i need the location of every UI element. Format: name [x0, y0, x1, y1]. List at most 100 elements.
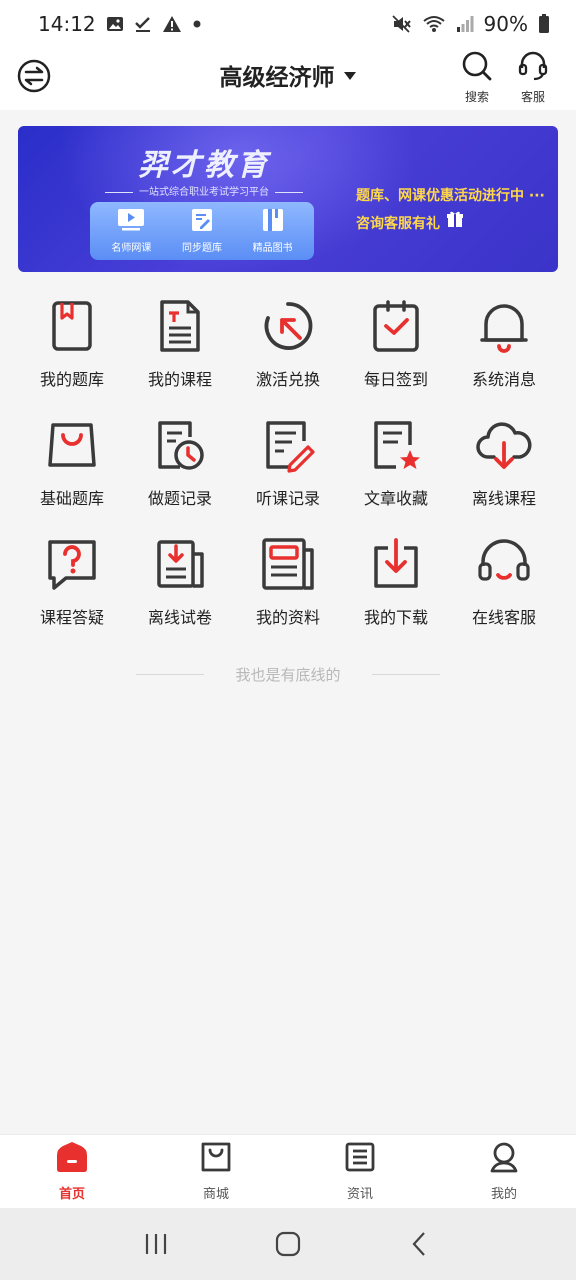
- bell-icon: [480, 304, 528, 353]
- grid-label: 我的资料: [255, 608, 320, 627]
- search-icon: [461, 50, 493, 86]
- question-bubble-icon: [48, 540, 96, 590]
- dot-icon: [192, 19, 202, 29]
- grid-item-activate-redeem[interactable]: 激活兑换: [234, 296, 342, 415]
- grid-item-my-courses[interactable]: 我的课程: [126, 296, 234, 415]
- panel-label-video: 名师网课: [111, 243, 152, 254]
- panel-label-edit: 同步题库: [181, 243, 222, 254]
- recent-apps-icon: [145, 1234, 167, 1254]
- back-button[interactable]: [390, 1222, 450, 1266]
- search-label: 搜索: [464, 90, 489, 104]
- home-circle-icon: [275, 1231, 301, 1257]
- panel-item-book: 精品图书: [253, 208, 293, 254]
- grid-item-my-question-bank[interactable]: 我的题库: [18, 296, 126, 415]
- grid-item-system-messages[interactable]: 系统消息: [450, 296, 558, 415]
- grid-label: 我的课程: [147, 370, 212, 389]
- grid-label: 听课记录: [255, 489, 320, 508]
- article-star-icon: [374, 421, 420, 469]
- end-of-list-text: 我也是有底线的: [235, 665, 341, 684]
- grid-label: 文章收藏: [363, 489, 428, 508]
- checkin-icon: [373, 300, 419, 352]
- feature-grid: 我的题库 我的课程 激活兑换 每日签到 系统消息 基础题库 做题记录 听课记录 …: [18, 296, 558, 653]
- question-bank-icon: [52, 301, 92, 351]
- recent-apps-button[interactable]: [126, 1222, 186, 1266]
- grid-item-offline-papers[interactable]: 离线试卷: [126, 534, 234, 653]
- search-button[interactable]: 搜索: [455, 50, 499, 104]
- video-icon: [116, 208, 146, 236]
- customer-service-button[interactable]: 客服: [511, 50, 555, 104]
- grid-item-online-service[interactable]: 在线客服: [450, 534, 558, 653]
- system-nav-bar: [0, 1208, 576, 1280]
- grid-label: 基础题库: [39, 489, 104, 508]
- end-of-list-note: 我也是有底线的: [136, 662, 440, 686]
- activate-icon: [264, 302, 313, 350]
- offline-paper-icon: [157, 540, 204, 588]
- grid-item-course-qa[interactable]: 课程答疑: [18, 534, 126, 653]
- grid-item-practice-record[interactable]: 做题记录: [126, 415, 234, 534]
- battery-percent: 90%: [483, 12, 528, 36]
- grid-label: 课程答疑: [39, 608, 104, 627]
- tab-label: 我的: [490, 1187, 517, 1202]
- grid-label: 我的题库: [39, 370, 104, 389]
- download-icon: [374, 538, 418, 588]
- switch-exam-icon[interactable]: [16, 58, 52, 94]
- panel-item-edit: 同步题库: [182, 208, 222, 254]
- gift-icon: [446, 210, 464, 238]
- tab-home[interactable]: 首页: [24, 1141, 120, 1202]
- news-icon: [344, 1141, 376, 1177]
- bag-icon: [48, 423, 96, 467]
- tab-shop[interactable]: 商城: [168, 1141, 264, 1202]
- status-right: 90%: [391, 12, 550, 36]
- cloud-download-icon: [476, 422, 532, 469]
- grid-label: 我的下载: [363, 608, 428, 627]
- banner-promo-line1: 题库、网课优惠活动进行中 ···: [356, 188, 545, 204]
- grid-label: 每日签到: [363, 370, 428, 389]
- panel-label-book: 精品图书: [252, 243, 293, 254]
- grid-item-lecture-record[interactable]: 听课记录: [234, 415, 342, 534]
- app-header: 高级经济师 搜索 客服: [0, 48, 576, 110]
- divider-left: [136, 673, 204, 675]
- materials-icon: [262, 538, 314, 590]
- divider-right: [371, 673, 440, 675]
- banner-brand: 羿才教育: [138, 148, 270, 183]
- book-icon: [260, 208, 286, 236]
- home-button[interactable]: [258, 1222, 318, 1266]
- profile-icon: [488, 1141, 520, 1177]
- warning-icon: [162, 15, 182, 33]
- banner-feature-panel: 名师网课 同步题库 精品图书: [90, 202, 314, 260]
- grid-label: 激活兑换: [255, 370, 320, 389]
- mute-icon: [391, 15, 412, 33]
- practice-record-icon: [158, 421, 204, 470]
- banner-promo-line2-wrap: 咨询客服有礼: [356, 210, 552, 238]
- grid-label: 离线课程: [471, 489, 536, 508]
- home-icon: [55, 1141, 89, 1177]
- grid-item-daily-checkin[interactable]: 每日签到: [342, 296, 450, 415]
- course-doc-icon: [160, 300, 200, 352]
- banner-tagline: 一站式综合职业考试学习平台: [18, 183, 390, 198]
- bottom-tab-bar: 首页 商城 资讯 我的: [0, 1134, 576, 1208]
- back-icon: [412, 1232, 425, 1256]
- status-left: 14:12: [38, 12, 202, 36]
- battery-icon: [538, 14, 550, 34]
- grid-item-my-downloads[interactable]: 我的下载: [342, 534, 450, 653]
- tab-label: 商城: [202, 1187, 229, 1202]
- banner-promo: 题库、网课优惠活动进行中 ··· 咨询客服有礼: [356, 182, 552, 238]
- promo-banner[interactable]: 羿才教育 一站式综合职业考试学习平台 名师网课 同步题库 精品图书 题库、网课优…: [18, 126, 558, 272]
- grid-item-article-favorites[interactable]: 文章收藏: [342, 415, 450, 534]
- tab-profile[interactable]: 我的: [456, 1141, 552, 1202]
- tab-label: 首页: [58, 1187, 85, 1202]
- edit-icon: [189, 208, 215, 236]
- grid-item-basic-question-bank[interactable]: 基础题库: [18, 415, 126, 534]
- online-service-icon: [478, 539, 530, 581]
- caret-down-icon[interactable]: [343, 66, 357, 85]
- shop-icon: [200, 1141, 232, 1177]
- exam-selector-title[interactable]: 高级经济师: [220, 58, 335, 92]
- panel-item-video: 名师网课: [111, 208, 151, 254]
- tab-news[interactable]: 资讯: [312, 1141, 408, 1202]
- banner-promo-line2: 咨询客服有礼: [356, 216, 440, 232]
- grid-label: 系统消息: [471, 370, 536, 389]
- grid-item-offline-courses[interactable]: 离线课程: [450, 415, 558, 534]
- grid-label: 做题记录: [147, 489, 212, 508]
- grid-item-my-materials[interactable]: 我的资料: [234, 534, 342, 653]
- signal-icon: [456, 15, 474, 33]
